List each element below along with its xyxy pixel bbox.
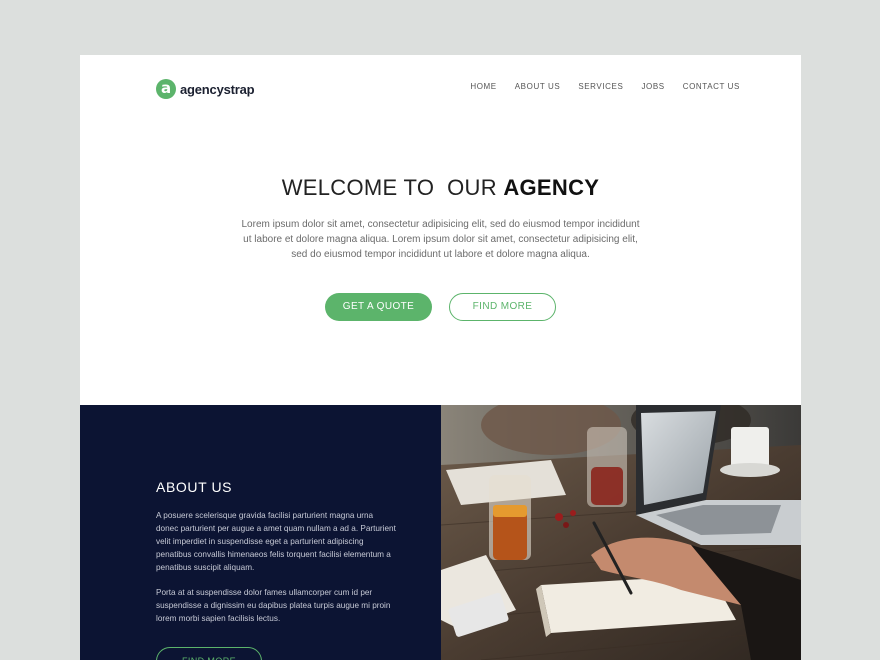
hero-title-bold: AGENCY xyxy=(503,175,600,200)
find-more-button[interactable]: FIND MORE xyxy=(449,293,556,321)
hero-title: WELCOME TO OUR AGENCY xyxy=(80,175,801,201)
page: a agencystrap HOME ABOUT US SERVICES JOB… xyxy=(80,55,801,660)
hero-description: Lorem ipsum dolor sit amet, consectetur … xyxy=(241,219,640,260)
about-find-more-button[interactable]: FIND MORE xyxy=(156,647,262,660)
about-title: ABOUT US xyxy=(156,479,233,495)
brand-name: agencystrap xyxy=(180,81,255,97)
nav-about-us[interactable]: ABOUT US xyxy=(515,82,561,91)
about-section: ABOUT US A posuere scelerisque gravida f… xyxy=(80,405,441,660)
about-paragraph-1: A posuere scelerisque gravida facilisi p… xyxy=(156,511,396,572)
nav-jobs[interactable]: JOBS xyxy=(641,82,664,91)
nav-services[interactable]: SERVICES xyxy=(578,82,623,91)
logo[interactable]: a agencystrap xyxy=(156,79,255,99)
get-a-quote-button[interactable]: GET A QUOTE xyxy=(325,293,432,321)
hero-title-light: WELCOME TO OUR xyxy=(281,175,504,200)
workspace-photo xyxy=(441,405,801,660)
about-paragraph-2: Porta at at suspendisse dolor fames ulla… xyxy=(156,588,391,623)
nav-home[interactable]: HOME xyxy=(470,82,496,91)
logo-badge-icon: a xyxy=(156,79,176,99)
nav-contact-us[interactable]: CONTACT US xyxy=(683,82,740,91)
main-nav: HOME ABOUT US SERVICES JOBS CONTACT US xyxy=(470,82,740,91)
